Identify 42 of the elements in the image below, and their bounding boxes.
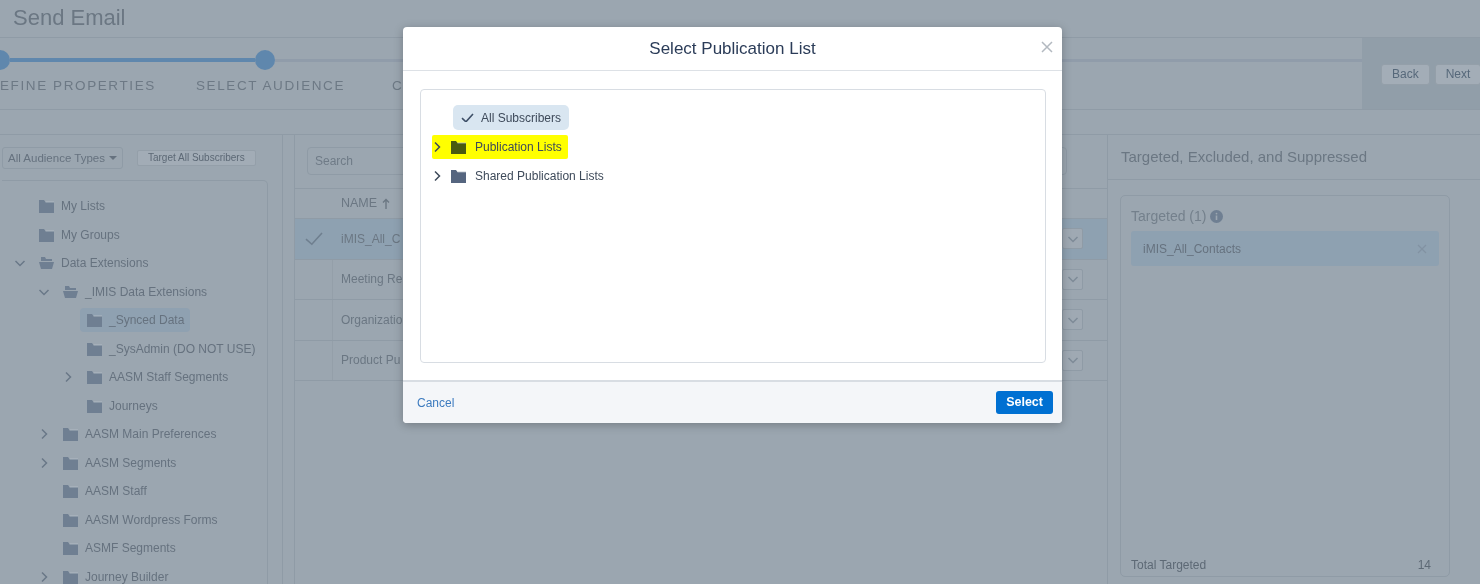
- chevron-right-icon[interactable]: [432, 140, 442, 153]
- cancel-link[interactable]: Cancel: [417, 393, 455, 412]
- select-button[interactable]: Select: [996, 391, 1053, 414]
- folder-icon: [86, 370, 103, 385]
- folder-icon: [86, 313, 103, 328]
- row-menu-button[interactable]: [1062, 309, 1083, 331]
- folder-icon: [86, 398, 103, 413]
- folder-icon: [62, 512, 79, 527]
- chevron-down-icon[interactable]: [1066, 274, 1079, 285]
- chevron-right-icon[interactable]: [432, 169, 442, 182]
- dialog-title: Select Publication List: [649, 37, 816, 60]
- folder-icon: [38, 227, 55, 242]
- chevron-down-icon[interactable]: [14, 258, 26, 269]
- folder-icon: [62, 484, 79, 499]
- tree-folder[interactable]: Shared Publication Lists: [432, 163, 610, 188]
- folder-icon: [62, 427, 79, 442]
- checkmark-icon: [305, 232, 323, 246]
- tree-folder[interactable]: Publication Lists: [432, 134, 568, 159]
- folder-icon: [38, 199, 55, 214]
- caret-icon: [108, 155, 117, 161]
- info-icon: [1210, 210, 1224, 223]
- folder-icon: [450, 139, 467, 154]
- folder-icon: [450, 168, 467, 183]
- row-menu-button[interactable]: [1062, 349, 1083, 371]
- row-menu-button[interactable]: [1062, 268, 1083, 290]
- row-menu-button[interactable]: [1062, 228, 1083, 250]
- chevron-down-icon[interactable]: [1066, 355, 1079, 366]
- total-label: Total Targeted: [1131, 557, 1207, 574]
- open-folder-icon: [38, 256, 55, 271]
- open-folder-icon: [62, 284, 79, 299]
- close-button[interactable]: [1041, 41, 1053, 53]
- folder-icon: [86, 341, 103, 356]
- close-icon: [1041, 41, 1053, 53]
- total-count: 14: [1417, 557, 1431, 574]
- folder-icon: [62, 541, 79, 556]
- tree-option[interactable]: All Subscribers: [453, 105, 570, 130]
- folder-icon: [62, 455, 79, 470]
- checkmark-icon: [461, 112, 474, 123]
- up-arrow-icon: [382, 198, 391, 209]
- folder-icon: [62, 569, 79, 584]
- nav-button[interactable]: Next: [1434, 64, 1480, 85]
- nav-button[interactable]: Back: [1381, 64, 1430, 85]
